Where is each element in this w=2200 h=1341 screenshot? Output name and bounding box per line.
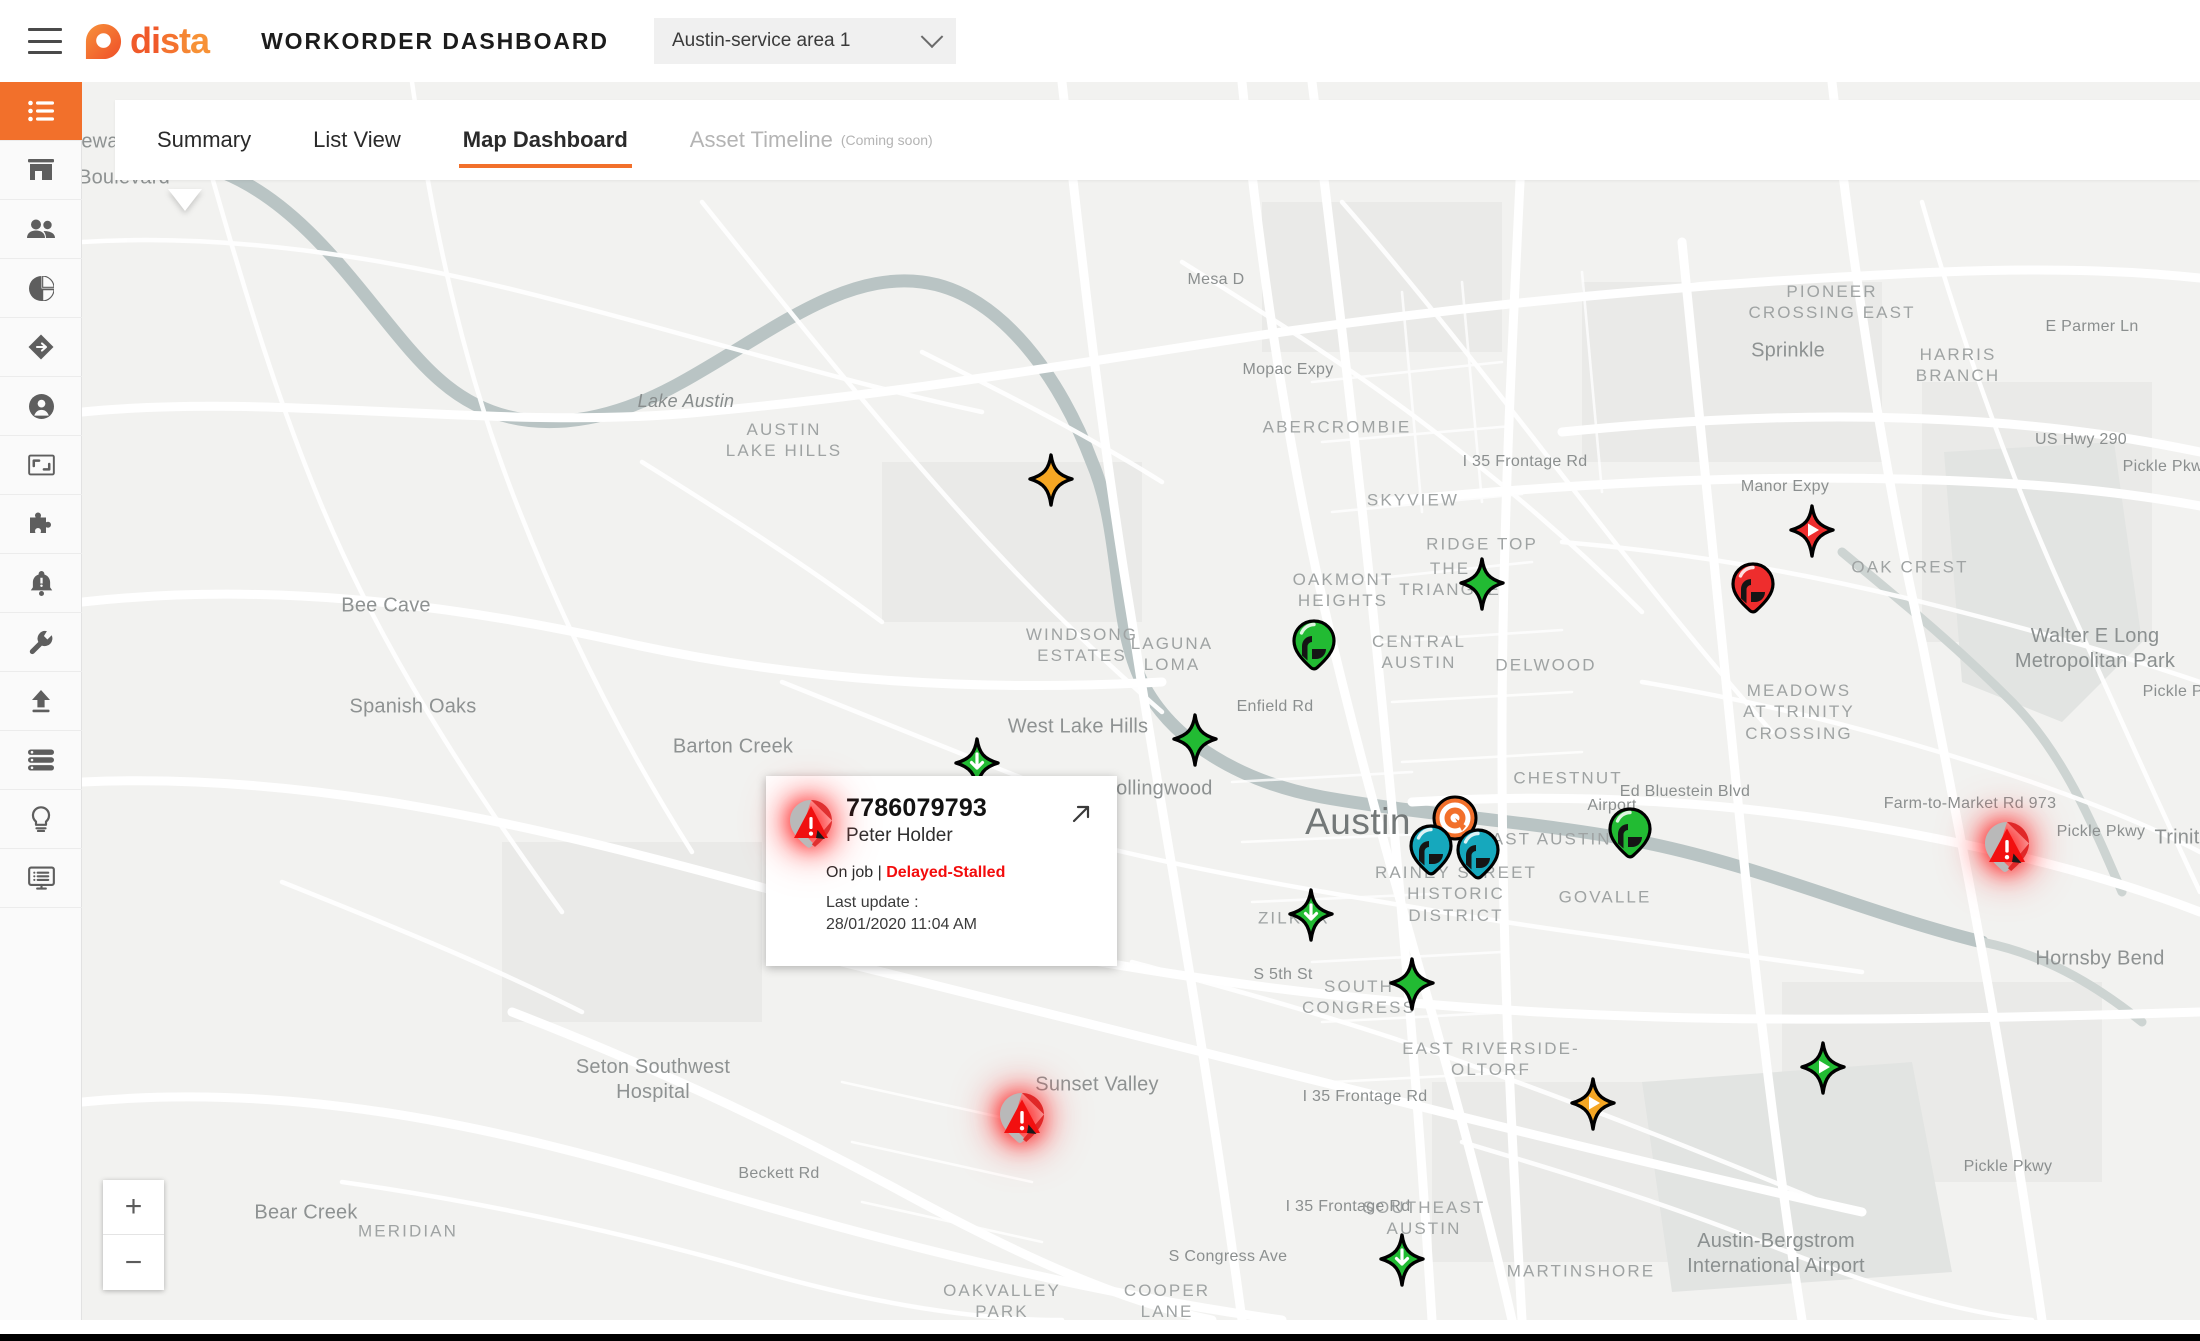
marker-star-red-play[interactable] bbox=[1789, 504, 1835, 558]
database-icon bbox=[28, 749, 54, 771]
zoom-out-button[interactable]: − bbox=[103, 1235, 164, 1290]
lightbulb-icon bbox=[30, 806, 52, 832]
bell-alert-icon bbox=[30, 570, 53, 596]
hamburger-menu-icon[interactable] bbox=[28, 28, 62, 54]
bottom-black-bar bbox=[0, 1334, 2200, 1341]
workorder-id: 7786079793 bbox=[846, 794, 988, 822]
marker-pin-green-2[interactable] bbox=[1608, 807, 1652, 859]
marker-alert-selected[interactable] bbox=[996, 1091, 1048, 1147]
sidebar-item-data[interactable] bbox=[0, 731, 82, 790]
people-icon bbox=[27, 219, 55, 239]
workorder-dashboard-app: dista WORKORDER DASHBOARD Austin-service… bbox=[0, 0, 2200, 1341]
fullscreen-frame-icon bbox=[27, 454, 55, 476]
marker-star-green-down-3[interactable] bbox=[1379, 1233, 1425, 1287]
dashboard-tab-bar: Summary List View Map Dashboard Asset Timel… bbox=[115, 100, 2200, 180]
sidebar-item-stores[interactable] bbox=[0, 141, 82, 200]
marker-star-green-plain-3[interactable] bbox=[1389, 957, 1435, 1011]
marker-pin-teal-1[interactable] bbox=[1409, 824, 1453, 876]
sidebar-item-plugins[interactable] bbox=[0, 495, 82, 554]
top-header-bar: dista WORKORDER DASHBOARD Austin-service… bbox=[0, 0, 2200, 82]
dista-logo[interactable]: dista bbox=[84, 20, 210, 61]
sidebar-item-account[interactable] bbox=[0, 377, 82, 436]
sidebar-item-upload[interactable] bbox=[0, 672, 82, 731]
sidebar-item-settings[interactable] bbox=[0, 613, 82, 672]
upload-icon bbox=[29, 689, 53, 713]
marker-star-green-plain-1[interactable] bbox=[1459, 557, 1505, 611]
last-update-label: Last update : bbox=[826, 894, 919, 911]
service-area-select[interactable]: Austin-service area 1 bbox=[653, 18, 956, 64]
sidebar-item-fullscreen[interactable] bbox=[0, 436, 82, 495]
tab-asset-timeline: Asset Timeline (Coming soon) bbox=[686, 100, 937, 180]
service-area-value: Austin-service area 1 bbox=[671, 30, 851, 51]
puzzle-piece-icon bbox=[28, 512, 54, 537]
zoom-in-button[interactable]: + bbox=[103, 1180, 164, 1235]
popup-header: 7786079793 Peter Holder bbox=[766, 776, 1117, 850]
dista-drop-icon bbox=[84, 22, 123, 61]
alert-teardrop-icon bbox=[780, 794, 842, 850]
tab-map-dashboard[interactable]: Map Dashboard bbox=[458, 100, 632, 180]
sidebar-item-alerts[interactable] bbox=[0, 554, 82, 613]
marker-star-green-plain-2[interactable] bbox=[1172, 713, 1218, 767]
driver-name: Peter Holder bbox=[846, 825, 953, 846]
tab-note: (Coming soon) bbox=[840, 132, 933, 148]
marker-star-green-play[interactable] bbox=[1800, 1041, 1846, 1095]
monitor-list-icon bbox=[27, 866, 55, 890]
map-zoom-controls: + − bbox=[103, 1180, 164, 1290]
chevron-down-icon bbox=[920, 25, 944, 49]
last-update: Last update : 28/01/2020 11:04 AM bbox=[826, 892, 1117, 935]
dista-logo-text: dista bbox=[130, 20, 210, 61]
marker-pin-red[interactable] bbox=[1731, 562, 1775, 614]
tab-label: Map Dashboard bbox=[462, 127, 628, 152]
marker-star-green-down-2[interactable] bbox=[1288, 888, 1334, 942]
pie-chart-icon bbox=[28, 275, 54, 301]
popup-pointer bbox=[168, 189, 202, 211]
sidebar-item-reports[interactable] bbox=[0, 849, 82, 908]
marker-pin-green-1[interactable] bbox=[1292, 619, 1336, 671]
tab-list-view[interactable]: List View bbox=[309, 100, 405, 180]
wrench-icon bbox=[29, 630, 54, 655]
popup-details: On job | Delayed-Stalled Last update : 28… bbox=[766, 850, 1117, 935]
page-title: WORKORDER DASHBOARD bbox=[261, 27, 609, 54]
list-bullets-icon bbox=[28, 100, 54, 122]
sidebar-item-workorders[interactable] bbox=[0, 82, 82, 141]
map-canvas[interactable]: kewayBoulevardLake AustinAUSTIN LAKE HIL… bbox=[82, 82, 2200, 1320]
marker-star-amber-plain[interactable] bbox=[1028, 453, 1074, 507]
expand-arrow-icon[interactable] bbox=[1067, 794, 1101, 833]
left-icon-sidebar bbox=[0, 82, 82, 1341]
last-update-value: 28/01/2020 11:04 AM bbox=[826, 915, 977, 933]
marker-star-amber-play[interactable] bbox=[1570, 1077, 1616, 1131]
route-diamond-icon bbox=[28, 334, 54, 360]
sidebar-item-people[interactable] bbox=[0, 200, 82, 259]
status-value: Delayed-Stalled bbox=[886, 864, 1006, 881]
popup-identity: 7786079793 Peter Holder bbox=[842, 794, 1067, 847]
tab-label: Summary bbox=[157, 127, 252, 152]
workorder-info-popup[interactable]: 7786079793 Peter Holder On job | Delayed… bbox=[766, 776, 1117, 966]
account-circle-icon bbox=[28, 393, 54, 419]
map-basemap bbox=[82, 82, 2200, 1320]
sidebar-item-routes[interactable] bbox=[0, 318, 82, 377]
store-icon bbox=[28, 158, 54, 182]
status-badge: On job | Delayed-Stalled bbox=[826, 864, 1117, 882]
sidebar-item-analytics[interactable] bbox=[0, 259, 82, 318]
status-prefix: On job | bbox=[826, 864, 887, 881]
marker-alert-right[interactable] bbox=[1981, 820, 2033, 876]
marker-pin-teal-2[interactable] bbox=[1456, 828, 1500, 880]
sidebar-item-insights[interactable] bbox=[0, 790, 82, 849]
tab-label: Asset Timeline bbox=[689, 127, 833, 152]
tab-label: List View bbox=[313, 127, 401, 152]
tab-summary[interactable]: Summary bbox=[153, 100, 255, 180]
